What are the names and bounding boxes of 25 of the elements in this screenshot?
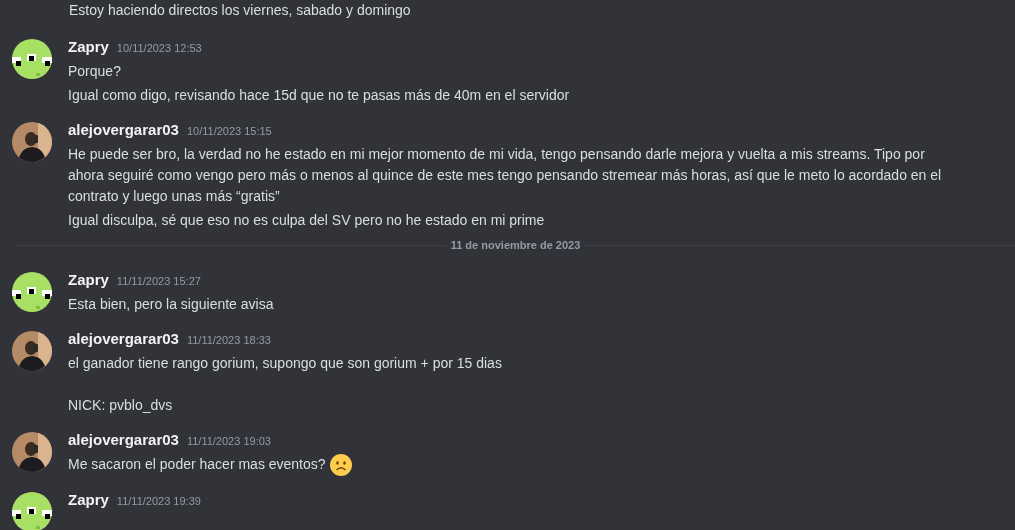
author-name[interactable]: Zapry bbox=[68, 489, 109, 510]
message-text: Igual disculpa, sé que eso no es culpa del SV pero no he estado en mi prime bbox=[68, 211, 546, 230]
timestamp: 10/11/2023 15:15 bbox=[186, 124, 272, 139]
timestamp: 11/11/2023 18:33 bbox=[186, 332, 271, 348]
timestamp: 11/11/2023 19:03 bbox=[186, 433, 271, 449]
message-text: Esta bien, pero la siguiente avisa bbox=[68, 294, 274, 314]
author-name[interactable]: alejovergarar03 bbox=[68, 429, 179, 450]
message-text: Igual como digo, revisando hace 15d que no te pasas más de 40m en el servidor bbox=[68, 86, 570, 105]
frowning-face-icon bbox=[329, 453, 352, 476]
message-text: Estoy haciendo directos los viernes, sabado y domingo bbox=[69, 1, 412, 20]
pixel-avatar-icon bbox=[12, 271, 52, 312]
pixel-avatar-icon bbox=[12, 491, 52, 530]
author-name[interactable]: Zapry bbox=[68, 37, 109, 57]
pixel-avatar-icon bbox=[12, 39, 52, 79]
message-text: Porque? bbox=[68, 62, 122, 81]
timestamp: 11/11/2023 19:39 bbox=[116, 493, 201, 509]
timestamp: 10/11/2023 12:53 bbox=[116, 41, 202, 56]
timestamp: 11/11/2023 15:27 bbox=[116, 273, 201, 289]
message-text: Me sacaron el poder hacer mas eventos? bbox=[68, 453, 352, 476]
message-text: el ganador tiene rango gorium, supongo que son gorium + por 15 dias NICK: pvblo_dvs bbox=[68, 353, 502, 415]
message-text: He puede ser bro, la verdad no he estado en mi mejor momento de mi vida, tengo pensando darle mejora y vuelta a mis streams. Tipo por ahora seguiré como vengo pero más o menos al quince de este mes tengo pensando stremear más horas, así que le meto lo acordado en el contrato y luego unas más “gratis” bbox=[68, 145, 943, 206]
author-name[interactable]: Zapry bbox=[68, 269, 109, 290]
author-name[interactable]: alejovergarar03 bbox=[68, 328, 179, 349]
author-name[interactable]: alejovergarar03 bbox=[68, 120, 179, 140]
date-divider: 11 de noviembre de 2023 bbox=[449, 238, 582, 253]
